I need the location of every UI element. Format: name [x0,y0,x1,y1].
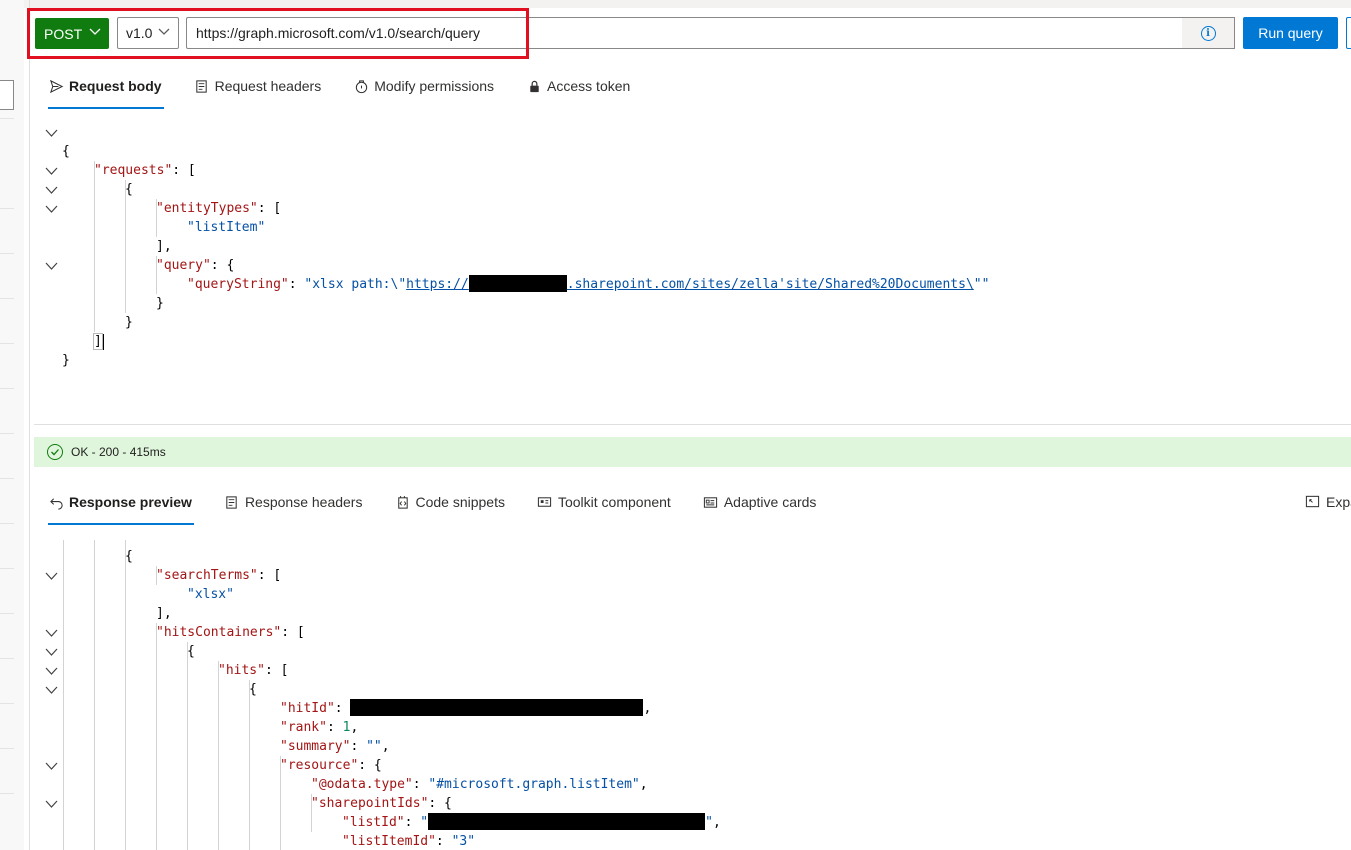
run-query-button[interactable]: Run query [1243,17,1338,49]
card-icon [703,494,719,510]
lock-icon [526,78,542,94]
tab-label: Response preview [69,494,192,510]
tab-response-preview[interactable]: Response preview [48,487,194,525]
query-info-button[interactable]: i [1182,17,1235,49]
send-icon [48,78,64,94]
document-icon [194,78,210,94]
status-text: OK - 200 - 415ms [71,445,166,459]
response-status-bar: OK - 200 - 415ms [34,437,1351,467]
fold-chevron-icon[interactable] [45,123,59,142]
panel-divider [29,0,30,850]
sidebar-search-box[interactable] [0,80,14,110]
tab-access-token[interactable]: Access token [526,71,630,101]
response-tabs: Response preview Response headers Code s… [48,487,848,525]
tab-label: Toolkit component [557,494,671,510]
info-icon: i [1200,25,1216,41]
toolkit-icon [537,494,553,510]
highlight-annotation [27,8,529,59]
checkmark-circle-icon [47,444,63,460]
tab-label: Request body [69,78,162,94]
tab-adaptive-cards[interactable]: Adaptive cards [703,487,817,517]
code-token: } [62,353,70,368]
tab-label: Adaptive cards [723,494,817,510]
shield-icon [353,78,369,94]
tab-code-snippets[interactable]: Code snippets [394,487,505,517]
editor-divider [34,424,1351,425]
expand-button[interactable]: Expa [1305,487,1351,517]
code-snippet-icon [394,494,410,510]
expand-label: Expa [1326,494,1351,510]
document-icon [224,494,240,510]
tab-toolkit-component[interactable]: Toolkit component [537,487,671,517]
request-body-editor[interactable]: { "requests": [ { "entityTypes": [ "list… [40,123,1351,423]
tab-request-body[interactable]: Request body [48,71,164,109]
tab-request-headers[interactable]: Request headers [194,71,322,101]
tab-label: Access token [547,78,631,94]
tab-label: Response headers [244,494,363,510]
undo-arrow-icon [48,494,64,510]
graph-explorer: POST v1.0 i Run query Request body Reque… [0,0,1351,850]
tab-response-headers[interactable]: Response headers [224,487,363,517]
top-band [24,0,1351,8]
response-preview-editor[interactable]: { "searchTerms": [ "xlsx" ], "hitsContai… [40,540,1351,850]
tab-label: Modify permissions [374,78,495,94]
share-button-edge[interactable] [1346,17,1351,49]
request-tabs: Request body Request headers Modify perm… [48,71,662,109]
expand-icon [1305,494,1321,510]
tab-modify-permissions[interactable]: Modify permissions [353,71,494,101]
left-sidebar-edge [0,0,24,850]
tab-label: Code snippets [415,494,505,510]
tab-label: Request headers [214,78,322,94]
